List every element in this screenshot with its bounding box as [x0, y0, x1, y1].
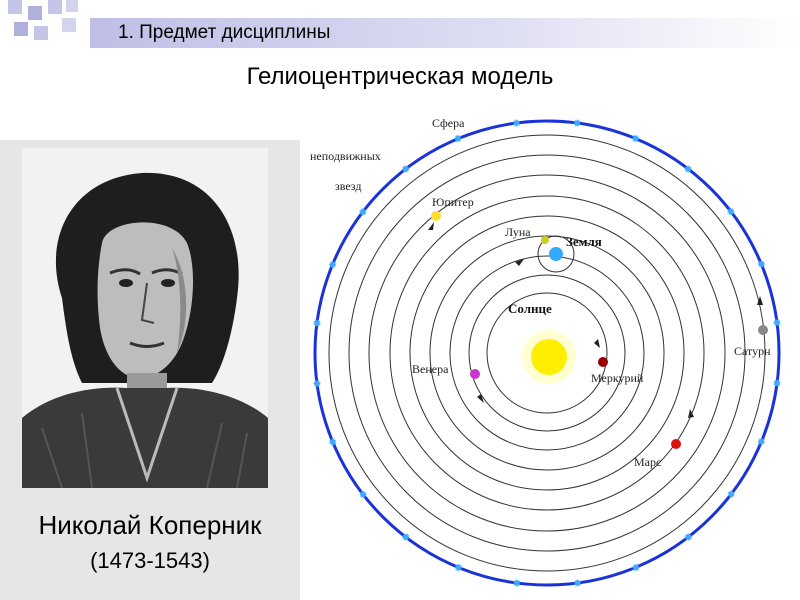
sun [522, 330, 576, 384]
venus [470, 369, 480, 379]
star-mark-icon: ✹ [358, 488, 367, 501]
star-mark-icon: ✹ [573, 577, 582, 590]
section-title: 1. Предмет дисциплины [118, 22, 331, 43]
star-mark-icon: ✹ [453, 133, 462, 146]
star-mark-icon: ✹ [312, 317, 321, 330]
sphere-label-line2: неподвижных [310, 149, 381, 163]
mars [671, 439, 681, 449]
star-mark-icon: ✹ [757, 436, 766, 449]
star-mark-icon: ✹ [512, 117, 521, 130]
sphere-label-line1: Сфера [432, 116, 465, 130]
star-mark-icon: ✹ [328, 436, 337, 449]
moon [541, 236, 549, 244]
heliocentric-diagram: ✹ ✹ ✹ ✹ ✹ ✹ ✹ ✹ ✹ ✹ ✹ ✹ ✹ ✹ ✹ ✹ ✹ ✹ ✹ ✹ ✹ ✹ ✹ ✹ Солнце Земля Лу… [310, 116, 782, 590]
mercury [598, 357, 608, 367]
jupiter [431, 211, 441, 221]
star-mark-icon: ✹ [512, 577, 521, 590]
mercury-label: Меркурий [591, 371, 644, 385]
moon-label: Луна [505, 225, 531, 239]
star-mark-icon: ✹ [683, 163, 692, 176]
sphere-label-line3: звезд [335, 179, 361, 193]
star-mark-icon: ✹ [572, 117, 581, 130]
star-mark-icon: ✹ [312, 378, 321, 391]
decorative-squares [8, 0, 78, 40]
star-mark-icon: ✹ [358, 206, 367, 219]
saturn [758, 325, 768, 335]
star-mark-icon: ✹ [631, 561, 640, 574]
mars-label: Марс [634, 455, 661, 469]
star-mark-icon: ✹ [772, 317, 781, 330]
star-mark-icon: ✹ [454, 561, 463, 574]
earth-label: Земля [566, 234, 602, 249]
sun-label: Солнце [508, 301, 552, 316]
star-mark-icon: ✹ [631, 133, 640, 146]
person-years: (1473-1543) [90, 548, 210, 573]
star-mark-icon: ✹ [727, 488, 736, 501]
star-mark-icon: ✹ [757, 258, 766, 271]
jupiter-label: Юпитер [432, 195, 474, 209]
star-mark-icon: ✹ [401, 163, 410, 176]
slide-title: Гелиоцентрическая модель [246, 63, 554, 90]
star-mark-icon: ✹ [684, 531, 693, 544]
star-mark-icon: ✹ [401, 531, 410, 544]
earth [549, 247, 563, 261]
star-mark-icon: ✹ [726, 206, 735, 219]
copernicus-portrait-icon [22, 148, 268, 488]
star-mark-icon: ✹ [328, 258, 337, 271]
person-name: Николай Коперник [38, 510, 262, 540]
saturn-label: Сатурн [734, 344, 771, 358]
venus-label: Венера [412, 362, 449, 376]
star-mark-icon: ✹ [772, 377, 781, 390]
